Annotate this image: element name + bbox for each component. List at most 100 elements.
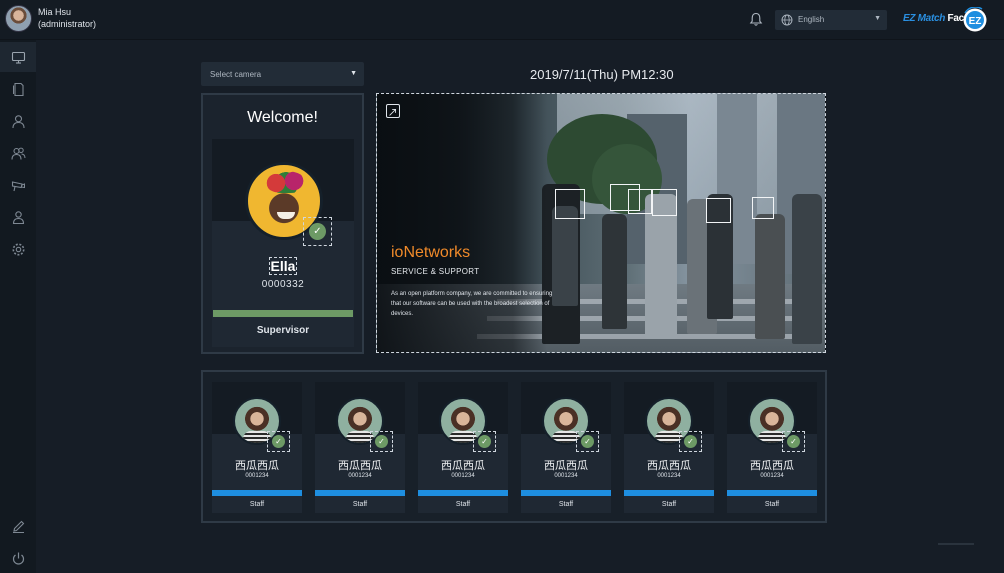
welcome-name-text: Ella [268,257,298,275]
pedestrian [792,194,822,344]
staff-role: Staff [352,501,368,508]
users-icon [10,147,25,160]
face-detection-box [652,189,677,216]
staff-role: Staff [558,501,574,508]
camera-icon [11,180,25,191]
chevron-down-icon: ▼ [350,70,357,77]
user-name: Mia Hsu [38,7,72,17]
welcome-title: Welcome! [247,109,318,126]
welcome-name: Ella [212,257,354,275]
welcome-id: 0000332 [261,279,305,290]
sidebar-item-edit[interactable] [0,511,36,541]
bell-icon[interactable] [749,12,763,27]
staff-id: 0001234 [348,473,372,479]
verified-badge: ✓ [473,431,496,452]
staff-card[interactable]: ✓ 西瓜西瓜 0001234 Staff [212,382,302,513]
flower-crown [266,171,306,193]
sidebar-item-monitor[interactable] [0,42,36,72]
sidebar-item-camera[interactable] [0,170,36,200]
verified-badge: ✓ [303,217,332,246]
sidebar-item-logout[interactable] [0,543,36,573]
top-bar: Mia Hsu (administrator) English ▼ EZ Mat… [0,0,1004,40]
smile [277,212,295,219]
user-group-icon [12,210,24,224]
staff-role: Staff [455,501,471,508]
staff-id: 0001234 [245,473,269,479]
check-icon: ✓ [787,435,800,448]
welcome-role: Supervisor [256,325,310,336]
role-color-bar [521,490,611,496]
staff-name: 西瓜西瓜 [338,459,382,472]
sidebar-item-groups[interactable] [0,202,36,232]
document-icon [12,82,24,96]
face-detection-box [752,197,774,219]
staff-card[interactable]: ✓ 西瓜西瓜 0001234 Staff [521,382,611,513]
user-avatar[interactable] [5,5,32,32]
staff-card[interactable]: ✓ 西瓜西瓜 0001234 Staff [315,382,405,513]
verified-badge: ✓ [267,431,290,452]
role-color-bar [727,490,817,496]
staff-card[interactable]: ✓ 西瓜西瓜 0001234 Staff [624,382,714,513]
check-icon: ✓ [478,435,491,448]
staff-role: Staff [764,501,780,508]
monitor-icon [11,51,25,64]
pedestrian [755,214,785,339]
feed-subtitle: SERVICE & SUPPORT [391,267,480,276]
role-color-bar [213,310,353,317]
face-detection-box [628,189,652,214]
power-icon [12,552,24,565]
brand-logo-icon: EZ [963,7,987,32]
staff-name: 西瓜西瓜 [441,459,485,472]
user-icon [11,114,25,128]
verified-badge: ✓ [782,431,805,452]
feed-description: As an open platform company, we are comm… [391,291,553,317]
role-color-bar [418,490,508,496]
expand-arrow-glyph [389,109,396,116]
pencil-icon [12,520,24,533]
language-select[interactable]: English ▼ [775,10,887,30]
sidebar [0,40,36,573]
scroll-indicator [938,543,974,545]
brand-logo-text: EZ [969,16,982,27]
face-detection-box [706,198,731,223]
current-datetime: 2019/7/11(Thu) PM12:30 [530,67,674,82]
role-color-bar [624,490,714,496]
camera-select[interactable]: Select camera ▼ [201,62,364,86]
welcome-card: ✓ Ella 0000332 Supervisor [212,139,354,347]
camera-select-placeholder: Select camera [210,70,262,79]
expand-icon[interactable] [386,104,400,118]
staff-role: Staff [661,501,677,508]
staff-id: 0001234 [657,473,681,479]
staff-name: 西瓜西瓜 [544,459,588,472]
staff-id: 0001234 [760,473,784,479]
brand-wordmark: EZ Match Face [903,13,969,24]
sidebar-item-settings[interactable] [0,234,36,264]
chevron-down-icon: ▼ [874,15,881,22]
face-detection-box [555,189,585,219]
gear-icon [12,243,24,255]
staff-name: 西瓜西瓜 [647,459,691,472]
check-icon: ✓ [581,435,594,448]
verified-badge: ✓ [576,431,599,452]
recent-staff-panel: ✓ 西瓜西瓜 0001234 Staff ✓ 西瓜西瓜 0001234 Staf… [201,370,827,523]
staff-name: 西瓜西瓜 [750,459,794,472]
check-icon: ✓ [375,435,388,448]
welcome-panel: Welcome! ✓ Ella 0000332 Supervisor [201,93,364,354]
staff-name: 西瓜西瓜 [235,459,279,472]
user-role: (administrator) [38,19,97,29]
language-value: English [798,15,825,24]
role-color-bar [212,490,302,496]
check-icon: ✓ [309,223,326,240]
brand-prefix: EZ Match [903,13,946,24]
role-color-bar [315,490,405,496]
pedestrian [602,214,627,329]
staff-card[interactable]: ✓ 西瓜西瓜 0001234 Staff [727,382,817,513]
staff-card[interactable]: ✓ 西瓜西瓜 0001234 Staff [418,382,508,513]
staff-role: Staff [249,501,265,508]
camera-feed[interactable]: ioNetworks SERVICE & SUPPORT As an open … [376,93,826,353]
staff-id: 0001234 [554,473,578,479]
verified-badge: ✓ [679,431,702,452]
sidebar-item-person[interactable] [0,106,36,136]
sidebar-item-documents[interactable] [0,74,36,104]
sidebar-item-people[interactable] [0,138,36,168]
